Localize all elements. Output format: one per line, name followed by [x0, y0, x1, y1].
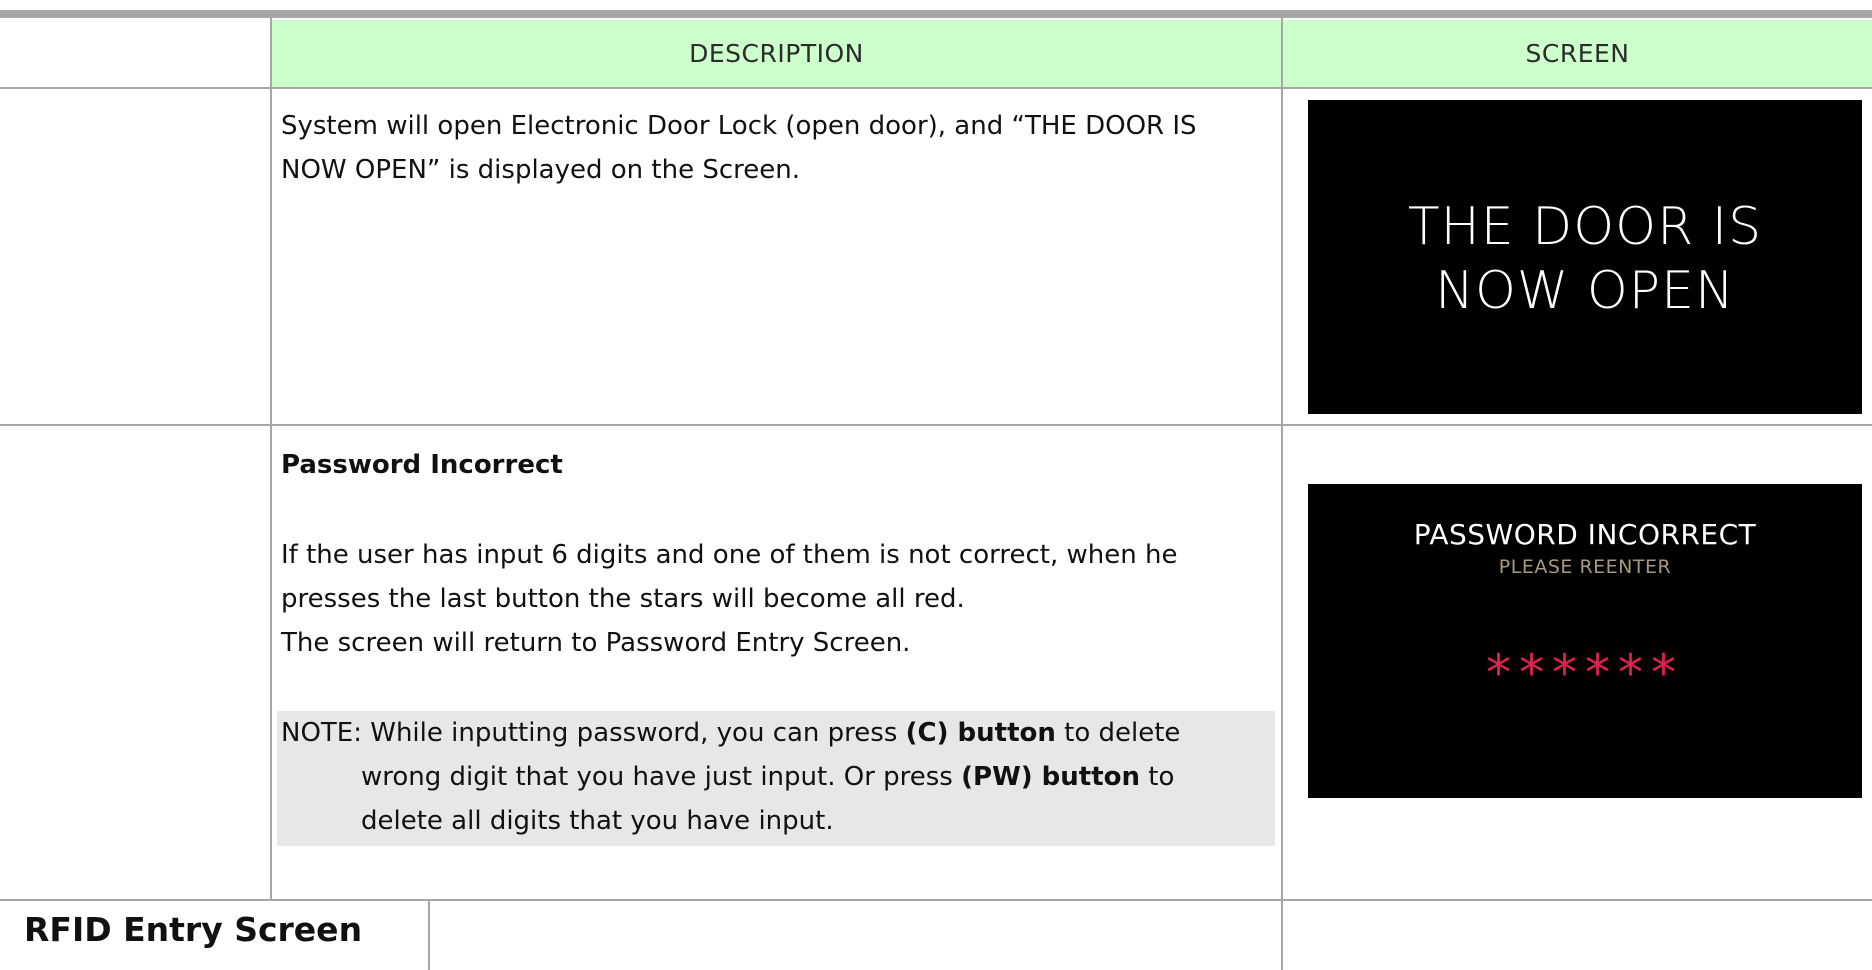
- note-line2-a: wrong digit that you have just input. Or…: [361, 762, 962, 792]
- password-incorrect-screen-title: PASSWORD INCORRECT: [1413, 518, 1757, 551]
- door-open-description: System will open Electronic Door Lock (o…: [281, 104, 1271, 192]
- note-prefix: NOTE: While inputting password, you can …: [281, 718, 906, 748]
- note-c-button: (C) button: [905, 718, 1056, 748]
- note-box: NOTE: While inputting password, you can …: [277, 711, 1275, 846]
- grid-line-middle: [1281, 18, 1283, 970]
- note-line2-b: to: [1140, 762, 1175, 792]
- header-screen-label: SCREEN: [1525, 39, 1630, 68]
- password-incorrect-heading: Password Incorrect: [281, 450, 563, 480]
- grid-line-header-bottom: [0, 87, 1872, 89]
- note-line2: wrong digit that you have just input. Or…: [277, 755, 1275, 799]
- note-pw-button: (PW) button: [961, 762, 1141, 792]
- grid-line-row2-bottom: [0, 899, 1872, 901]
- rfid-section-title: RFID Entry Screen: [24, 910, 363, 949]
- grid-line-left: [270, 18, 272, 900]
- note-mid1: to delete: [1055, 718, 1181, 748]
- password-incorrect-line2: presses the last button the stars will b…: [281, 584, 965, 614]
- header-description: DESCRIPTION: [272, 20, 1281, 87]
- password-incorrect-screen-subtitle: PLEASE REENTER: [1498, 556, 1672, 578]
- door-open-text-line1: System will open Electronic Door Lock (o…: [281, 111, 1197, 141]
- grid-line-rfid: [428, 900, 430, 970]
- door-open-screen-line1: THE DOOR IS: [1407, 197, 1763, 257]
- door-open-text-line2: NOW OPEN” is displayed on the Screen.: [281, 155, 800, 185]
- header-screen: SCREEN: [1283, 20, 1872, 87]
- note-line1: NOTE: While inputting password, you can …: [277, 711, 1275, 755]
- top-border: [0, 10, 1872, 18]
- door-open-screen: THE DOOR IS NOW OPEN: [1308, 100, 1862, 414]
- header-description-label: DESCRIPTION: [689, 39, 864, 68]
- password-incorrect-paragraph: If the user has input 6 digits and one o…: [281, 533, 1271, 665]
- password-incorrect-line1: If the user has input 6 digits and one o…: [281, 540, 1178, 570]
- door-open-screen-line2: NOW OPEN: [1435, 261, 1735, 321]
- password-incorrect-line3: The screen will return to Password Entry…: [281, 628, 911, 658]
- password-incorrect-screen: PASSWORD INCORRECT PLEASE REENTER ******: [1308, 484, 1862, 798]
- grid-line-row1-bottom: [0, 424, 1872, 426]
- note-line3: delete all digits that you have input.: [361, 806, 834, 836]
- password-stars: ******: [1486, 644, 1684, 702]
